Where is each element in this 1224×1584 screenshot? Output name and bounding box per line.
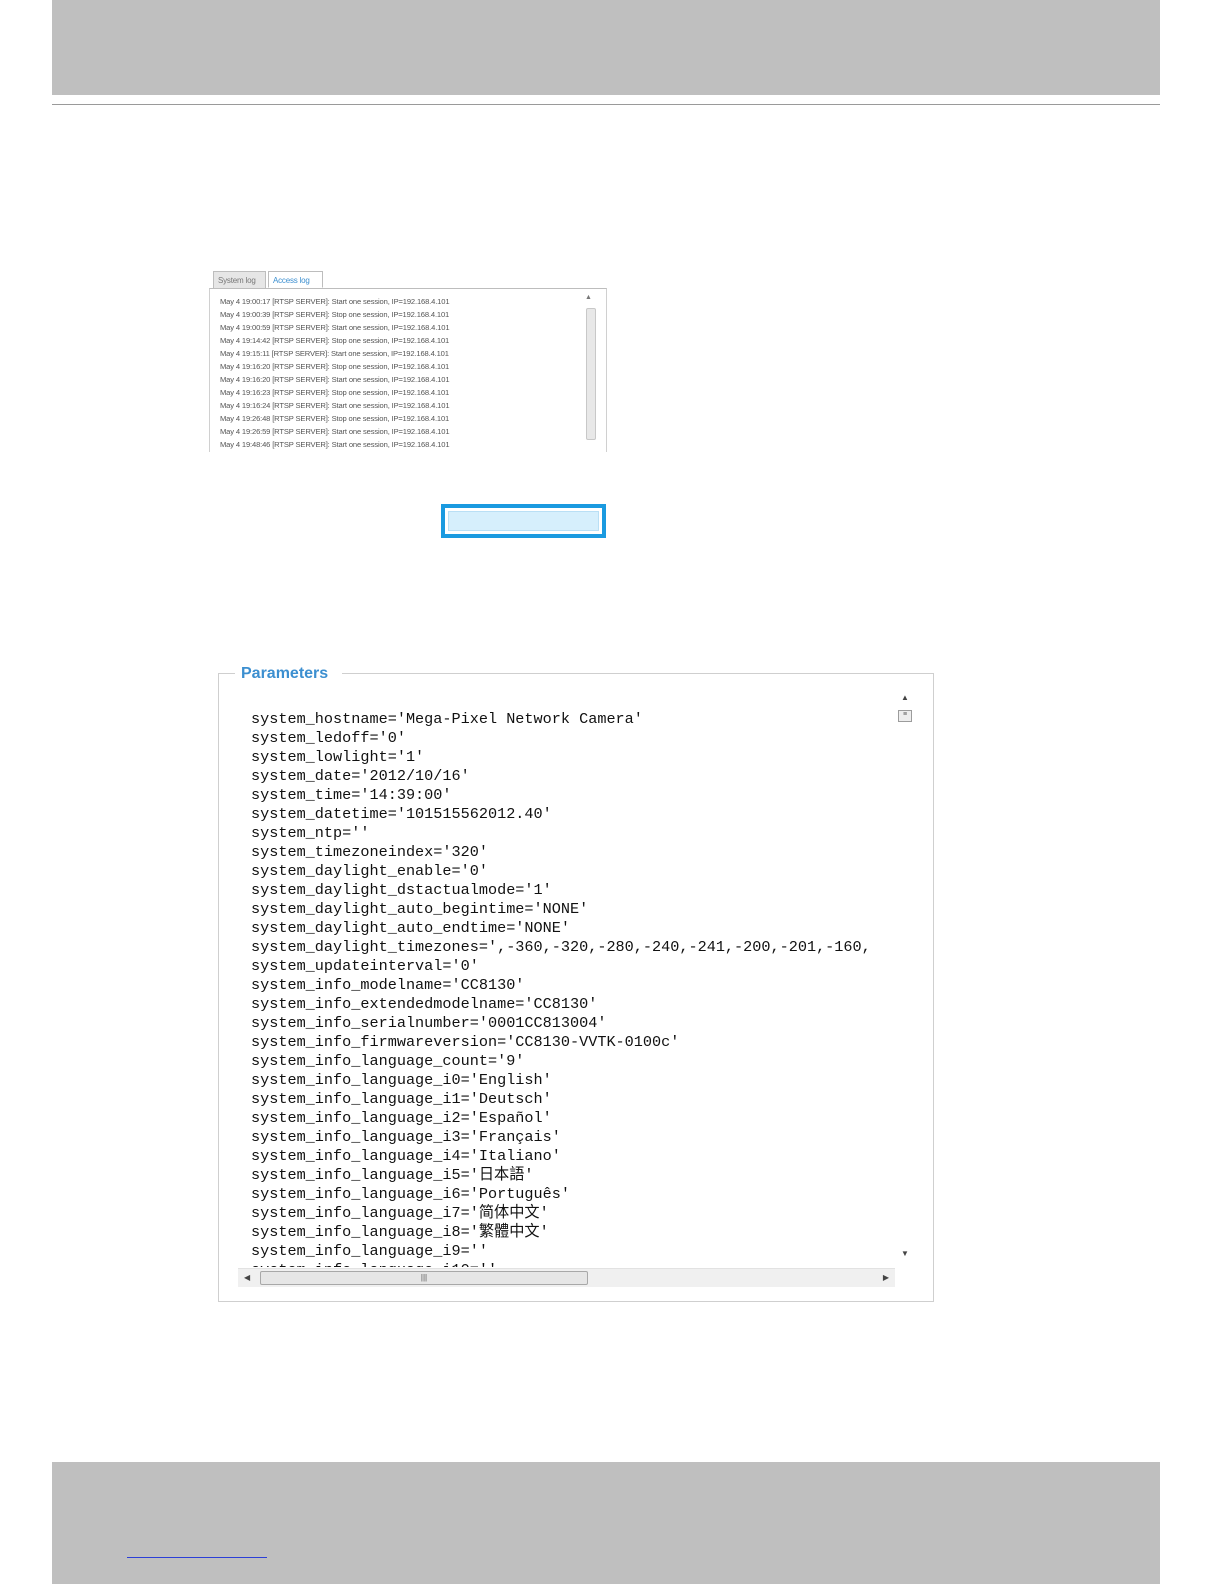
scroll-up-arrow-icon[interactable]: ▲ — [585, 294, 592, 302]
parameter-line: system_info_language_i0='English' — [251, 1071, 552, 1089]
log-line: May 4 19:26:48 [RTSP SERVER]: Stop one s… — [220, 414, 450, 423]
parameter-line: system_info_language_i3='Français' — [251, 1128, 561, 1146]
log-scrollbar[interactable]: ▲ — [584, 294, 596, 448]
scroll-left-arrow-icon[interactable]: ◀ — [244, 1272, 250, 1284]
parameter-line: system_daylight_enable='0' — [251, 862, 488, 880]
log-line: May 4 19:14:42 [RTSP SERVER]: Stop one s… — [220, 336, 450, 345]
parameter-line: system_info_language_i7='简体中文' — [251, 1204, 549, 1222]
parameter-line: system_info_language_i9='' — [251, 1242, 488, 1260]
log-line: May 4 19:26:59 [RTSP SERVER]: Start one … — [220, 427, 450, 436]
parameter-line: system_info_extendedmodelname='CC8130' — [251, 995, 598, 1013]
scrollbar-corner — [895, 1268, 915, 1287]
page-header-band — [52, 0, 1160, 95]
log-viewer: System log Access log May 4 19:00:17 [RT… — [209, 268, 607, 452]
access-log-panel: May 4 19:00:17 [RTSP SERVER]: Start one … — [209, 288, 607, 452]
parameter-line: system_info_firmwareversion='CC8130-VVTK… — [251, 1033, 680, 1051]
horizontal-scroll-thumb[interactable]: ||| — [260, 1271, 588, 1285]
parameters-fieldset: Parameters system_hostname='Mega-Pixel N… — [218, 664, 934, 1302]
log-line: May 4 19:16:20 [RTSP SERVER]: Stop one s… — [220, 362, 450, 371]
parameters-legend: Parameters — [235, 664, 343, 684]
parameters-list: system_hostname='Mega-Pixel Network Came… — [251, 710, 891, 1267]
parameter-line: system_date='2012/10/16' — [251, 767, 470, 785]
vertical-scrollbar[interactable]: ▲ ≡ ▼ — [895, 690, 915, 1268]
scroll-down-arrow-icon[interactable]: ▼ — [899, 1248, 911, 1260]
parameter-line: system_daylight_auto_begintime='NONE' — [251, 900, 589, 918]
scroll-right-arrow-icon[interactable]: ▶ — [883, 1272, 889, 1284]
footer-link-underline[interactable] — [127, 1557, 267, 1558]
log-line: May 4 19:00:39 [RTSP SERVER]: Stop one s… — [220, 310, 450, 319]
log-line: May 4 19:16:20 [RTSP SERVER]: Start one … — [220, 375, 450, 384]
log-line: May 4 19:15:11 [RTSP SERVER]: Start one … — [220, 349, 449, 358]
header-divider — [52, 104, 1160, 105]
button-face — [448, 511, 599, 531]
parameter-line: system_daylight_auto_endtime='NONE' — [251, 919, 570, 937]
tab-system-log[interactable]: System log — [213, 271, 266, 288]
log-line: May 4 19:00:59 [RTSP SERVER]: Start one … — [220, 323, 450, 332]
parameter-line: system_lowlight='1' — [251, 748, 425, 766]
parameter-line: system_info_language_i5='日本語' — [251, 1166, 534, 1184]
parameter-line: system_updateinterval='0' — [251, 957, 479, 975]
scroll-up-arrow-icon[interactable]: ▲ — [899, 692, 911, 704]
parameter-line: system_datetime='101515562012.40' — [251, 805, 552, 823]
parameter-line: system_info_language_i8='繁體中文' — [251, 1223, 549, 1241]
parameters-textarea[interactable]: system_hostname='Mega-Pixel Network Came… — [238, 690, 915, 1287]
log-line: May 4 19:16:23 [RTSP SERVER]: Stop one s… — [220, 388, 450, 397]
parameter-line: system_timezoneindex='320' — [251, 843, 488, 861]
highlighted-button[interactable] — [441, 504, 606, 538]
log-line: May 4 19:16:24 [RTSP SERVER]: Start one … — [220, 401, 450, 410]
log-lines: May 4 19:00:17 [RTSP SERVER]: Start one … — [220, 295, 588, 451]
horizontal-scrollbar[interactable]: ◀ ||| ▶ — [238, 1268, 895, 1287]
log-scroll-thumb[interactable] — [586, 308, 596, 440]
parameter-line: system_info_language_i1='Deutsch' — [251, 1090, 552, 1108]
parameter-line: system_info_language_i4='Italiano' — [251, 1147, 561, 1165]
parameter-line: system_time='14:39:00' — [251, 786, 452, 804]
log-line: May 4 19:00:17 [RTSP SERVER]: Start one … — [220, 297, 450, 306]
parameter-line: system_info_language_i10='' — [251, 1261, 891, 1267]
parameter-line: system_hostname='Mega-Pixel Network Came… — [251, 710, 643, 728]
parameter-line: system_info_language_count='9' — [251, 1052, 525, 1070]
tab-access-log[interactable]: Access log — [268, 271, 323, 288]
parameter-line: system_info_language_i2='Español' — [251, 1109, 552, 1127]
parameter-line: system_ntp='' — [251, 824, 370, 842]
page-footer-band — [52, 1462, 1160, 1584]
parameter-line: system_info_language_i6='Português' — [251, 1185, 570, 1203]
parameter-line: system_info_serialnumber='0001CC813004' — [251, 1014, 607, 1032]
parameter-line: system_info_modelname='CC8130' — [251, 976, 525, 994]
parameter-line: system_daylight_dstactualmode='1' — [251, 881, 552, 899]
log-line: May 4 19:48:46 [RTSP SERVER]: Start one … — [220, 440, 450, 449]
parameter-line: system_ledoff='0' — [251, 729, 406, 747]
vertical-scroll-thumb[interactable]: ≡ — [898, 710, 912, 722]
parameter-line: system_daylight_timezones=',-360,-320,-2… — [251, 938, 871, 956]
